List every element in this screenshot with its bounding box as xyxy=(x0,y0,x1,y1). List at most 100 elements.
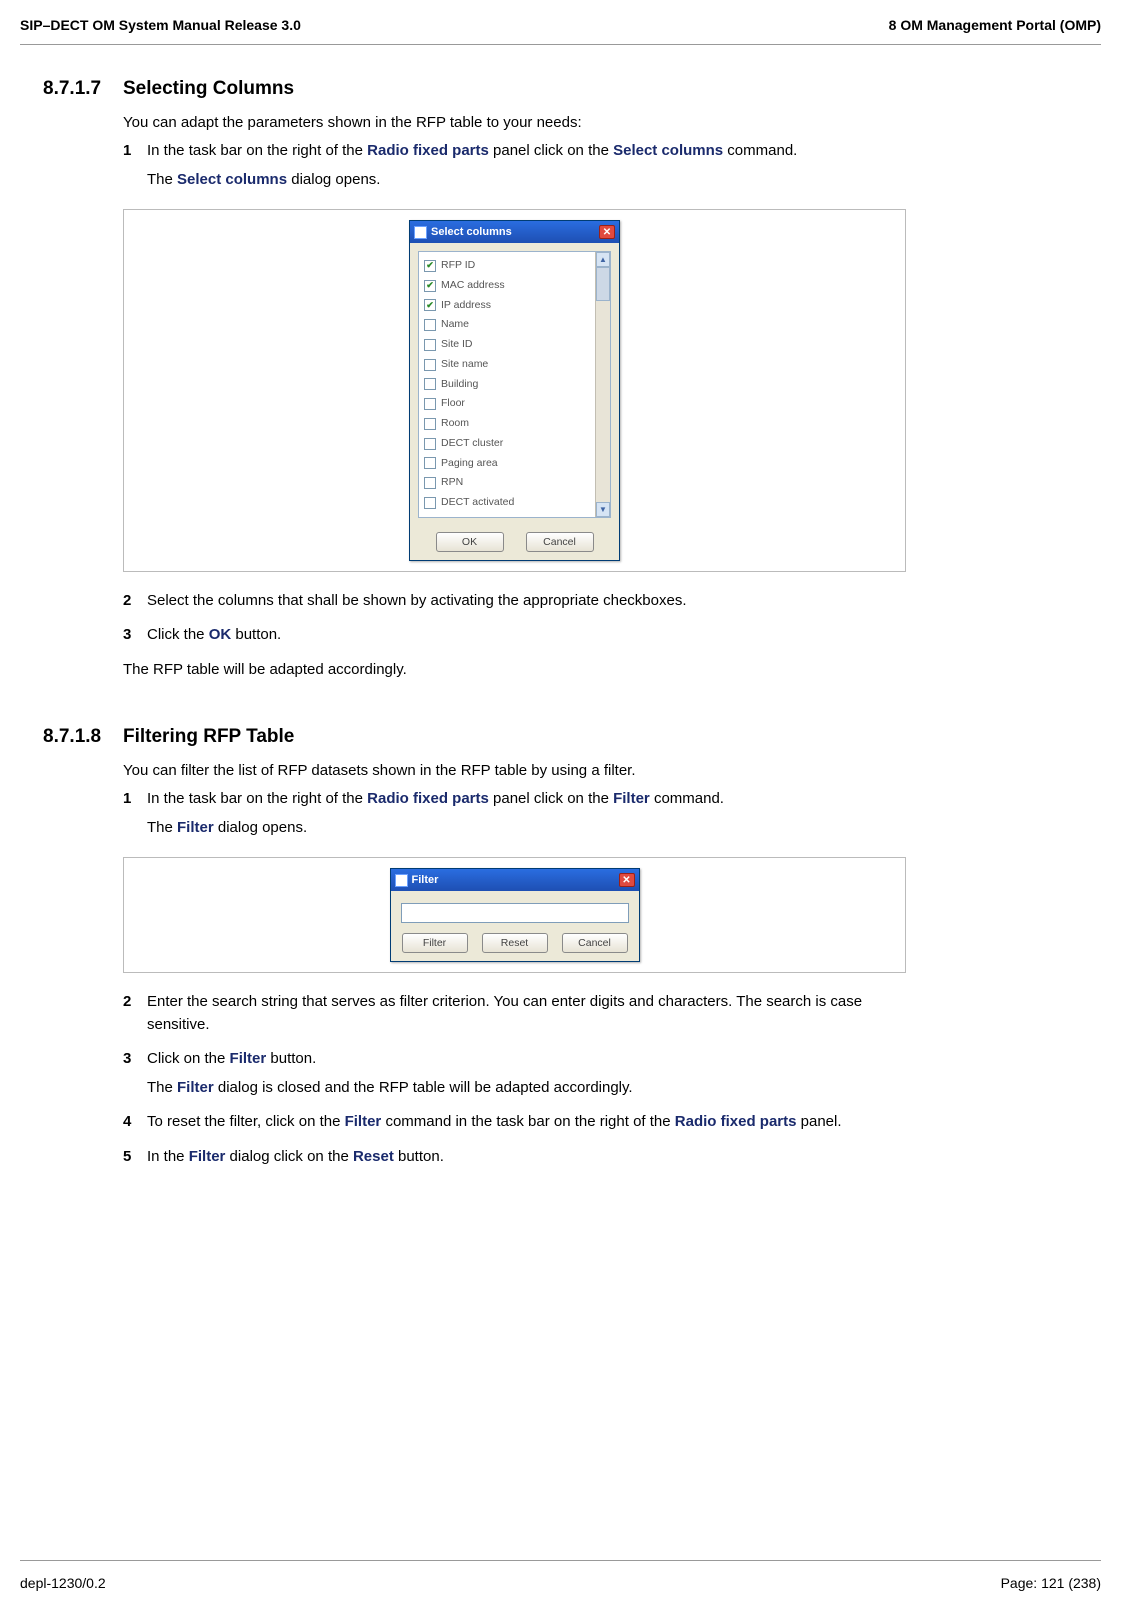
filter-button[interactable]: Filter xyxy=(402,933,468,953)
term-radio-fixed-parts: Radio fixed parts xyxy=(367,790,489,807)
term-select-columns: Select columns xyxy=(177,171,287,188)
column-option-label: Room xyxy=(441,416,469,432)
column-option[interactable]: ✔ IP address xyxy=(423,296,593,316)
term-filter: Filter xyxy=(189,1148,226,1165)
dialog-title: Select columns xyxy=(431,224,512,241)
section-number: 8.7.1.8 xyxy=(43,723,123,752)
footer-left: depl-1230/0.2 xyxy=(20,1573,106,1594)
column-option[interactable]: ✔ RFP ID xyxy=(423,256,593,276)
section-title: Filtering RFP Table xyxy=(123,723,294,752)
column-option-label: DECT activated xyxy=(441,495,514,511)
column-option[interactable]: Building xyxy=(423,375,593,395)
checkbox-icon[interactable] xyxy=(424,398,436,410)
column-option-label: Floor xyxy=(441,396,465,412)
step-text: Enter the search string that serves as f… xyxy=(147,991,906,1036)
checkbox-icon[interactable] xyxy=(424,418,436,430)
column-option-label: RPN xyxy=(441,475,463,491)
step-number: 2 xyxy=(123,590,147,619)
select-columns-dialog: Select columns ✕ ✔ RFP ID ✔ MAC address ✔ IP … xyxy=(409,220,620,561)
step-number: 1 xyxy=(123,788,147,845)
column-option-label: IP address xyxy=(441,298,491,314)
checkbox-icon[interactable] xyxy=(424,378,436,390)
section-number: 8.7.1.7 xyxy=(43,75,123,104)
close-icon[interactable]: ✕ xyxy=(619,873,635,887)
dialog-app-icon xyxy=(395,874,408,887)
step-text: Click the OK button. xyxy=(147,624,906,647)
step-number: 3 xyxy=(123,1048,147,1105)
column-option-label: Paging area xyxy=(441,456,498,472)
footer-right: Page: 121 (238) xyxy=(1001,1573,1101,1594)
column-option[interactable]: Paging area xyxy=(423,454,593,474)
column-option-label: DECT cluster xyxy=(441,436,503,452)
cancel-button[interactable]: Cancel xyxy=(526,532,594,552)
step-text: To reset the filter, click on the Filter… xyxy=(147,1111,906,1134)
intro-text: You can adapt the parameters shown in th… xyxy=(123,112,906,135)
checkbox-icon[interactable]: ✔ xyxy=(424,260,436,272)
column-option[interactable]: ✔ MAC address xyxy=(423,276,593,296)
page-footer: depl-1230/0.2 Page: 121 (238) xyxy=(20,1560,1101,1594)
checkbox-icon[interactable] xyxy=(424,477,436,489)
column-option-label: Site name xyxy=(441,357,488,373)
dialog-titlebar[interactable]: Select columns ✕ xyxy=(410,221,619,243)
column-option[interactable]: DECT activated xyxy=(423,493,593,513)
header-left: SIP–DECT OM System Manual Release 3.0 xyxy=(20,15,301,36)
dialog-app-icon xyxy=(414,226,427,239)
close-icon[interactable]: ✕ xyxy=(599,225,615,239)
step-body: Click on the Filter button. The Filter d… xyxy=(147,1048,906,1105)
term-radio-fixed-parts: Radio fixed parts xyxy=(367,142,489,159)
term-select-columns: Select columns xyxy=(613,142,723,159)
step-number: 1 xyxy=(123,140,147,197)
column-option[interactable]: DECT cluster xyxy=(423,434,593,454)
scrollbar[interactable]: ▲ ▼ xyxy=(595,252,610,517)
term-filter: Filter xyxy=(177,1079,214,1096)
step-body: In the task bar on the right of the Radi… xyxy=(147,788,906,845)
step-number: 4 xyxy=(123,1111,147,1140)
checkbox-icon[interactable] xyxy=(424,359,436,371)
column-option-label: RFP ID xyxy=(441,258,475,274)
dialog-titlebar[interactable]: Filter ✕ xyxy=(391,869,639,891)
column-option[interactable]: Site name xyxy=(423,355,593,375)
scroll-thumb[interactable] xyxy=(596,267,610,301)
step-number: 5 xyxy=(123,1146,147,1175)
reset-button[interactable]: Reset xyxy=(482,933,548,953)
intro-text: You can filter the list of RFP datasets … xyxy=(123,760,906,783)
step-text: Select the columns that shall be shown b… xyxy=(147,590,906,613)
checkbox-icon[interactable] xyxy=(424,457,436,469)
result-text: The RFP table will be adapted accordingl… xyxy=(123,659,906,682)
section-heading-2: 8.7.1.8 Filtering RFP Table xyxy=(20,723,1101,752)
term-reset: Reset xyxy=(353,1148,394,1165)
cancel-button[interactable]: Cancel xyxy=(562,933,628,953)
checkbox-icon[interactable]: ✔ xyxy=(424,299,436,311)
step-body: In the task bar on the right of the Radi… xyxy=(147,140,906,197)
column-checkbox-list: ✔ RFP ID ✔ MAC address ✔ IP address Name Site I… xyxy=(423,256,593,513)
page-header: SIP–DECT OM System Manual Release 3.0 8 … xyxy=(20,15,1101,45)
column-option[interactable]: Floor xyxy=(423,394,593,414)
term-filter: Filter xyxy=(613,790,650,807)
step-number: 2 xyxy=(123,991,147,1042)
filter-dialog: Filter ✕ Filter Reset Cancel xyxy=(390,868,640,962)
term-filter: Filter xyxy=(230,1050,267,1067)
header-right: 8 OM Management Portal (OMP) xyxy=(889,15,1101,36)
scroll-up-icon[interactable]: ▲ xyxy=(596,252,610,267)
checkbox-icon[interactable]: ✔ xyxy=(424,280,436,292)
figure-filter-dialog: Filter ✕ Filter Reset Cancel xyxy=(123,857,906,973)
checkbox-icon[interactable] xyxy=(424,319,436,331)
checkbox-icon[interactable] xyxy=(424,438,436,450)
column-option[interactable]: RPN xyxy=(423,473,593,493)
term-filter: Filter xyxy=(177,819,214,836)
column-option[interactable]: Site ID xyxy=(423,335,593,355)
figure-select-columns-dialog: Select columns ✕ ✔ RFP ID ✔ MAC address ✔ IP … xyxy=(123,209,906,572)
step-number: 3 xyxy=(123,624,147,653)
scroll-down-icon[interactable]: ▼ xyxy=(596,502,610,517)
column-option-label: Name xyxy=(441,317,469,333)
checkbox-icon[interactable] xyxy=(424,339,436,351)
checkbox-icon[interactable] xyxy=(424,497,436,509)
column-option[interactable]: Room xyxy=(423,414,593,434)
section-heading-1: 8.7.1.7 Selecting Columns xyxy=(20,75,1101,104)
column-option-label: MAC address xyxy=(441,278,505,294)
term-filter: Filter xyxy=(345,1113,382,1130)
ok-button[interactable]: OK xyxy=(436,532,504,552)
filter-input[interactable] xyxy=(401,903,629,923)
column-option[interactable]: Name xyxy=(423,315,593,335)
column-option-label: Building xyxy=(441,377,478,393)
